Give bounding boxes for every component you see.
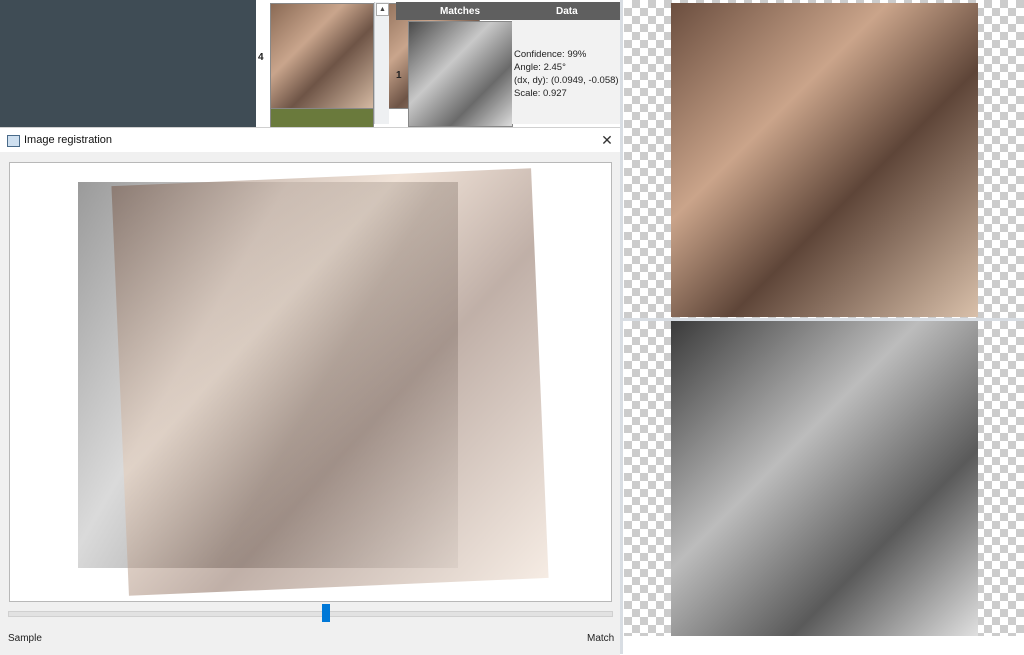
sample-preview[interactable]: [624, 0, 1024, 318]
sample-image-layer: [111, 168, 549, 596]
row-index: 1: [396, 70, 402, 81]
registration-canvas[interactable]: [9, 162, 612, 602]
sample-thumbnail[interactable]: [270, 3, 374, 109]
confidence-text: Confidence: 99%: [514, 49, 587, 60]
preview-area: [623, 0, 1024, 654]
sample-preview-image: [671, 3, 978, 317]
blend-slider-handle[interactable]: [322, 604, 330, 622]
image-registration-dialog: Image registration ✕ Sample Match: [0, 127, 620, 655]
angle-text: Angle: 2.45°: [514, 62, 566, 73]
matches-column-header[interactable]: Matches: [440, 6, 480, 17]
background-panel: [0, 0, 256, 127]
match-data-cell: Confidence: 99% Angle: 2.45° (dx, dy): (…: [512, 20, 620, 124]
scroll-up-arrow-icon[interactable]: ▲: [376, 3, 389, 16]
scale-text: Scale: 0.927: [514, 88, 567, 99]
title-bar[interactable]: Image registration ✕: [0, 128, 620, 152]
table-header: Matches Data: [396, 2, 620, 20]
match-preview-image: [671, 321, 978, 636]
dialog-title: Image registration: [24, 134, 113, 146]
slider-label-sample: Sample: [8, 633, 42, 644]
match-thumbnail[interactable]: [408, 21, 513, 127]
data-column-header[interactable]: Data: [556, 6, 578, 17]
blend-slider-track[interactable]: [8, 611, 613, 617]
vertical-scrollbar[interactable]: ▲: [374, 2, 389, 124]
slider-label-match: Match: [587, 633, 615, 644]
offset-text: (dx, dy): (0.0949, -0.058): [514, 75, 619, 86]
app-icon: [7, 135, 20, 147]
close-icon[interactable]: ✕: [598, 131, 616, 149]
matches-strip: 4 ▲ Matches Data 1 Confidence: 99% Angle…: [256, 0, 620, 128]
match-preview[interactable]: [624, 321, 1024, 636]
row-index: 4: [258, 52, 264, 63]
sample-thumbnail-strip: [270, 108, 374, 128]
